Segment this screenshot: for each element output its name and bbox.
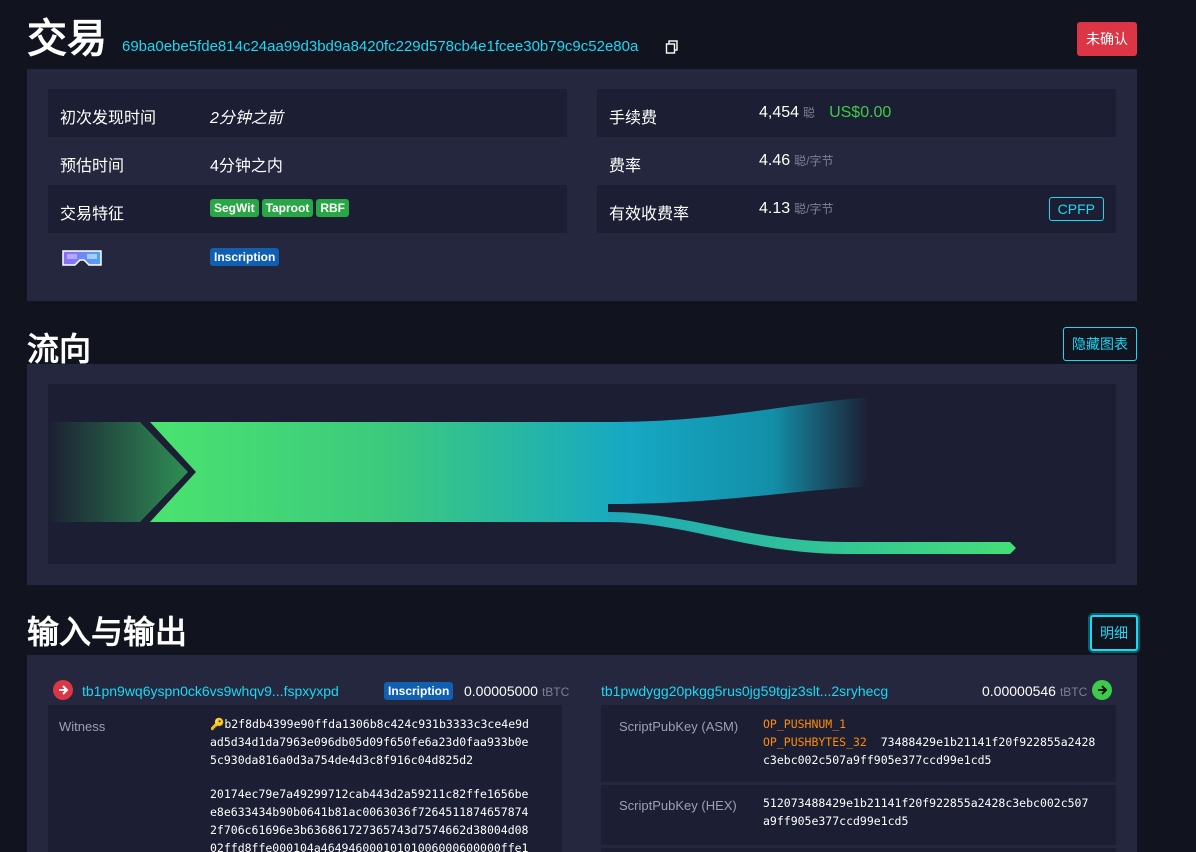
eta-row: 预估时间 4分钟之内 — [48, 137, 567, 185]
witness-label: Witness — [59, 719, 106, 734]
title-row: 交易 69ba0ebe5fde814c24aa99d3bd9a8420fc229… — [27, 14, 1137, 64]
tag-inscription[interactable]: Inscription — [210, 248, 280, 266]
output-flow-main[interactable] — [150, 394, 948, 522]
output-amount-value: 0.00000546 — [982, 683, 1056, 699]
input-inscription-tag[interactable]: Inscription — [384, 682, 454, 700]
asm-line-2: OP_PUSHBYTES_32 73488429e1b21141f20f9228… — [763, 733, 1113, 751]
asm-line-1: OP_PUSHNUM_1 — [763, 715, 1113, 733]
io-box: tb1pn9wq6yspn0ck6vs9whqv9...fspxyxpd Ins… — [27, 655, 1137, 852]
input-witness-panel: Witness 🔑b2f8db4399e90ffda1306b8c424c931… — [48, 705, 562, 852]
fee-rate-unit: 聪/字节 — [794, 154, 834, 168]
fee-rate-value: 4.46 聪/字节 — [759, 152, 833, 170]
input-address[interactable]: tb1pn9wq6yspn0ck6vs9whqv9...fspxyxpd — [82, 683, 339, 699]
asm-label: ScriptPubKey (ASM) — [619, 719, 739, 734]
output-amount-unit: tBTC — [1059, 685, 1088, 699]
tag-rbf[interactable]: RBF — [316, 199, 350, 217]
fee-row: 手续费 4,454 聪 US$0.00 — [597, 89, 1116, 137]
input-amount-value: 0.00005000 — [464, 683, 538, 699]
input-arrow-icon[interactable] — [53, 680, 73, 700]
features-label: 交易特征 — [60, 206, 125, 223]
hex-label: ScriptPubKey (HEX) — [619, 798, 737, 813]
effective-fee-rate-amount: 4.13 — [759, 200, 791, 217]
output-next-panel — [601, 848, 1116, 852]
hex-line-1: 512073488429e1b21141f20f922855a2428c3ebc… — [763, 796, 1089, 810]
output-amount: 0.00000546 tBTC — [982, 683, 1087, 699]
witness-line-4: 20174ec79e7a49299712cab443d2a59211c82ffe… — [210, 787, 529, 801]
effective-fee-rate-label: 有效收费率 — [609, 206, 690, 223]
witness-line-3: 5c930da816a0d3a754de4d3c8f916c04d825d2 — [210, 753, 474, 767]
eta-label: 预估时间 — [60, 158, 125, 175]
fee-rate-row: 费率 4.46 聪/字节 — [597, 137, 1116, 185]
first-seen-row: 初次发现时间 2分钟之前 — [48, 89, 567, 137]
asm-op-pushnum: OP_PUSHNUM_1 — [763, 717, 847, 731]
features-tags: SegWit Taproot RBF — [210, 199, 352, 217]
audit-row: Inscription — [48, 233, 567, 281]
fee-rate-amount: 4.46 — [759, 152, 791, 169]
features-row: 交易特征 SegWit Taproot RBF — [48, 185, 567, 233]
details-box: 初次发现时间 2分钟之前 预估时间 4分钟之内 交易特征 SegWit Tapro… — [27, 69, 1137, 301]
hex-line-2: a9ff905e377ccd99e1cd5 — [763, 814, 909, 828]
fee-value: 4,454 聪 US$0.00 — [759, 104, 891, 122]
tag-segwit[interactable]: SegWit — [210, 199, 259, 217]
asm-data-1: 73488429e1b21141f20f922855a2428 — [880, 735, 1096, 749]
asm-line-3: c3ebc002c507a9ff905e377ccd99e1cd5 — [763, 753, 992, 767]
first-seen-label: 初次发现时间 — [60, 110, 157, 127]
status-badge: 未确认 — [1077, 22, 1137, 56]
witness-data: 🔑b2f8db4399e90ffda1306b8c424c931b3333c3c… — [210, 715, 555, 852]
input-amount: 0.00005000 tBTC — [464, 683, 569, 699]
effective-fee-rate-unit: 聪/字节 — [794, 202, 834, 216]
hide-chart-button[interactable]: 隐藏图表 — [1063, 327, 1137, 361]
input-amount-unit: tBTC — [541, 685, 570, 699]
output-arrow-icon[interactable] — [1092, 680, 1112, 700]
witness-line-5: e8e633434b90b0641b81ac0063036f7264511874… — [210, 805, 529, 819]
witness-line-2: ad5d34d1da7963e096db05d09f650fe6a23d0faa… — [210, 735, 529, 749]
witness-spacer — [210, 769, 555, 785]
fee-rate-label: 费率 — [609, 158, 642, 175]
witness-line-6: 2f706c61696e3b636861727365743d7574662d38… — [210, 823, 529, 837]
glasses-icon[interactable] — [62, 249, 102, 269]
asm-op-pushbytes: OP_PUSHBYTES_32 — [763, 735, 867, 749]
first-seen-value: 2分钟之前 — [210, 110, 283, 127]
output-address[interactable]: tb1pwdygg20pkgg5rus0jg59tgjz3slt...2sryh… — [601, 683, 888, 699]
txid-link[interactable]: 69ba0ebe5fde814c24aa99d3bd9a8420fc229d57… — [122, 38, 638, 55]
eta-value: 4分钟之内 — [210, 158, 283, 175]
copy-icon[interactable] — [665, 40, 679, 54]
details-button[interactable]: 明细 — [1090, 615, 1138, 651]
output-flow-small[interactable] — [608, 512, 1016, 554]
fee-usd: US$0.00 — [829, 104, 892, 121]
asm-data: OP_PUSHNUM_1 OP_PUSHBYTES_32 73488429e1b… — [763, 715, 1113, 769]
fee-unit: 聪 — [803, 106, 816, 120]
witness-line-1: 🔑b2f8db4399e90ffda1306b8c424c931b3333c3c… — [210, 717, 529, 731]
io-section-title: 输入与输出 — [27, 614, 188, 650]
effective-fee-rate-value: 4.13 聪/字节 — [759, 200, 833, 218]
cpfp-button[interactable]: CPFP — [1048, 197, 1104, 221]
flow-svg — [48, 394, 1016, 554]
page-title: 交易 — [27, 16, 107, 62]
fee-label: 手续费 — [609, 110, 658, 127]
flow-diagram — [48, 384, 1116, 564]
fee-amount: 4,454 — [759, 104, 800, 121]
witness-line-7: 02ffd8ffe000104a464946000101010060006000… — [210, 841, 529, 852]
hex-data: 512073488429e1b21141f20f922855a2428c3ebc… — [763, 794, 1113, 830]
output-asm-panel: ScriptPubKey (ASM) OP_PUSHNUM_1 OP_PUSHB… — [601, 705, 1116, 782]
key-icon: 🔑 — [210, 717, 225, 731]
flow-box — [27, 364, 1137, 585]
output-hex-panel: ScriptPubKey (HEX) 512073488429e1b21141f… — [601, 785, 1116, 845]
audit-tags: Inscription — [210, 248, 282, 266]
effective-fee-rate-row: 有效收费率 4.13 聪/字节 CPFP — [597, 185, 1116, 233]
tag-taproot[interactable]: Taproot — [261, 199, 314, 217]
